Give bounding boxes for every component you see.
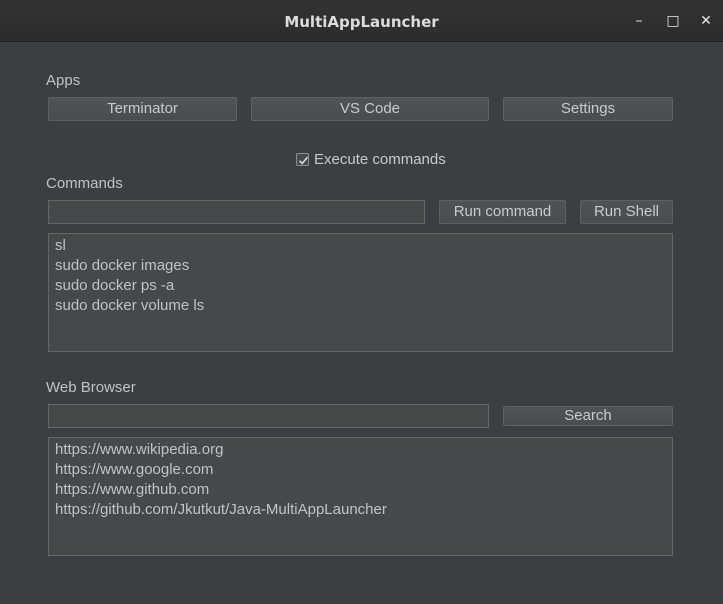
run-command-button[interactable]: Run command <box>439 200 566 224</box>
web-browser-section-label: Web Browser <box>46 379 136 396</box>
url-input[interactable] <box>48 404 489 428</box>
window-title: MultiAppLauncher <box>284 13 439 31</box>
search-button[interactable]: Search <box>503 406 673 426</box>
list-item[interactable]: https://www.github.com <box>55 480 672 500</box>
list-item[interactable]: https://www.google.com <box>55 460 672 480</box>
command-input[interactable] <box>48 200 425 224</box>
list-item[interactable]: https://www.wikipedia.org <box>55 440 672 460</box>
execute-commands-toggle[interactable]: Execute commands <box>296 150 446 168</box>
settings-button[interactable]: Settings <box>503 97 673 121</box>
close-button[interactable]: ✕ <box>695 10 717 32</box>
checkmark-icon <box>298 156 309 165</box>
execute-commands-label: Execute commands <box>314 150 446 168</box>
commands-section-label: Commands <box>46 175 123 192</box>
app-window: MultiAppLauncher – □ ✕ Apps Terminator V… <box>0 0 723 604</box>
list-item[interactable]: https://github.com/Jkutkut/Java-MultiApp… <box>55 500 672 520</box>
minimize-button[interactable]: – <box>628 10 650 32</box>
apps-section-label: Apps <box>46 72 81 89</box>
execute-commands-checkbox[interactable] <box>296 152 309 166</box>
maximize-button[interactable]: □ <box>662 10 684 32</box>
urls-list[interactable]: https://www.wikipedia.org https://www.go… <box>48 437 673 556</box>
title-bar[interactable]: MultiAppLauncher – □ ✕ <box>0 0 723 42</box>
list-item[interactable]: sudo docker volume ls <box>55 296 672 316</box>
terminator-button[interactable]: Terminator <box>48 97 237 121</box>
list-item[interactable]: sudo docker ps -a <box>55 276 672 296</box>
vscode-button[interactable]: VS Code <box>251 97 489 121</box>
commands-list[interactable]: sl sudo docker images sudo docker ps -a … <box>48 233 673 352</box>
list-item[interactable]: sudo docker images <box>55 256 672 276</box>
run-shell-button[interactable]: Run Shell <box>580 200 673 224</box>
list-item[interactable]: sl <box>55 236 672 256</box>
